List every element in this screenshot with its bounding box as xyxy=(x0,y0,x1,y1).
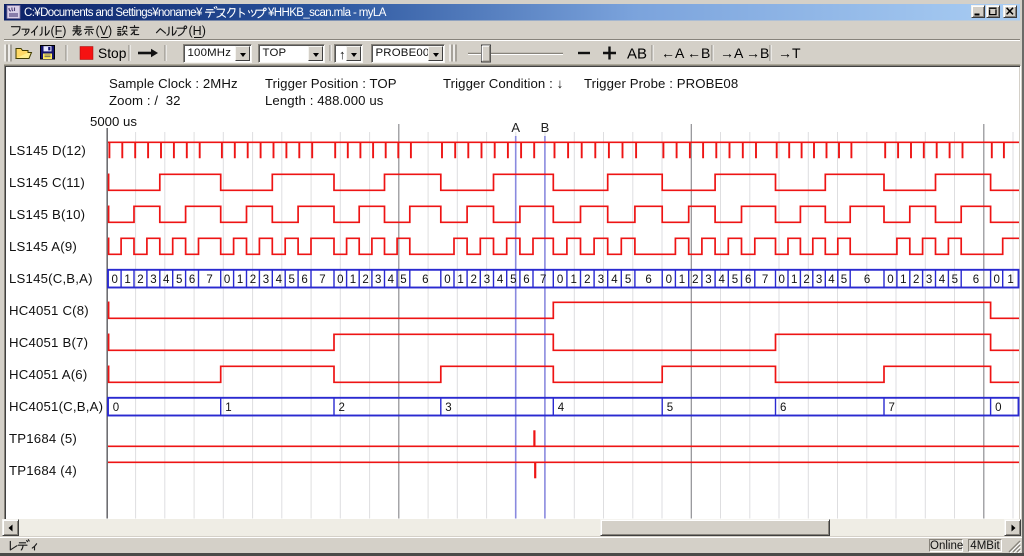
svg-text:LS145 C(11): LS145 C(11) xyxy=(9,175,85,190)
svg-text:LS145 B(10): LS145 B(10) xyxy=(9,207,85,222)
svg-text:6: 6 xyxy=(973,274,979,286)
svg-text:2: 2 xyxy=(913,274,919,286)
svg-text:2: 2 xyxy=(470,274,476,286)
svg-text:6: 6 xyxy=(523,274,529,286)
svg-text:0: 0 xyxy=(995,402,1001,414)
svg-text:→T: →T xyxy=(778,45,801,61)
svg-text:6: 6 xyxy=(780,402,786,414)
svg-text:0: 0 xyxy=(444,274,450,286)
svg-text:7: 7 xyxy=(206,274,212,286)
svg-text:←B: ←B xyxy=(687,45,710,61)
svg-text:(H): (H) xyxy=(189,24,206,38)
svg-text:1: 1 xyxy=(1007,274,1013,286)
svg-text:2: 2 xyxy=(339,402,345,414)
svg-text:4: 4 xyxy=(276,274,283,286)
svg-text:LS145 A(9): LS145 A(9) xyxy=(9,239,77,254)
svg-text:1: 1 xyxy=(570,274,576,286)
svg-text:TP1684 (5): TP1684 (5) xyxy=(9,431,77,446)
svg-text:0: 0 xyxy=(111,274,117,286)
svg-text:0: 0 xyxy=(337,274,343,286)
svg-text:7: 7 xyxy=(889,402,895,414)
svg-text:¥HHKB_scan.mla - myLA: ¥HHKB_scan.mla - myLA xyxy=(267,7,387,19)
svg-text:6: 6 xyxy=(189,274,195,286)
svg-text:3: 3 xyxy=(445,402,451,414)
svg-text:6: 6 xyxy=(301,274,307,286)
svg-text:0: 0 xyxy=(666,274,672,286)
svg-text:TP1684 (4): TP1684 (4) xyxy=(9,463,77,478)
svg-text:LS145 D(12): LS145 D(12) xyxy=(9,143,86,158)
svg-text:1: 1 xyxy=(900,274,906,286)
svg-text:4: 4 xyxy=(388,274,395,286)
svg-text:←A: ←A xyxy=(661,45,685,61)
svg-text:Stop: Stop xyxy=(98,46,127,61)
svg-text:3: 3 xyxy=(705,274,711,286)
svg-text:6: 6 xyxy=(864,274,870,286)
svg-text:C:¥Documents and Settings¥nona: C:¥Documents and Settings¥noname¥ xyxy=(24,7,203,19)
svg-text:1: 1 xyxy=(237,274,243,286)
svg-text:6: 6 xyxy=(745,274,751,286)
svg-text:2: 2 xyxy=(692,274,698,286)
svg-text:B: B xyxy=(541,120,550,135)
svg-text:4: 4 xyxy=(163,274,170,286)
svg-text:7: 7 xyxy=(540,274,546,286)
svg-text:A: A xyxy=(511,120,520,135)
svg-text:2: 2 xyxy=(803,274,809,286)
svg-text:3: 3 xyxy=(263,274,269,286)
svg-text:4: 4 xyxy=(497,274,504,286)
svg-text:1: 1 xyxy=(457,274,463,286)
svg-text:4: 4 xyxy=(939,274,946,286)
svg-text:5: 5 xyxy=(952,274,958,286)
svg-text:HC4051 A(6): HC4051 A(6) xyxy=(9,367,87,382)
svg-text:3: 3 xyxy=(816,274,822,286)
svg-text:1: 1 xyxy=(225,402,231,414)
svg-text:5: 5 xyxy=(288,274,294,286)
svg-text:6: 6 xyxy=(422,274,428,286)
svg-text:(F): (F) xyxy=(51,24,67,38)
svg-text:7: 7 xyxy=(319,274,325,286)
svg-text:4: 4 xyxy=(718,274,725,286)
svg-text:5: 5 xyxy=(667,402,673,414)
svg-text:5000 us: 5000 us xyxy=(90,114,137,129)
svg-text:HC4051 B(7): HC4051 B(7) xyxy=(9,335,88,350)
svg-text:1: 1 xyxy=(791,274,797,286)
svg-text:3: 3 xyxy=(484,274,490,286)
svg-text:3: 3 xyxy=(926,274,932,286)
svg-text:3: 3 xyxy=(375,274,381,286)
svg-text:→B: →B xyxy=(746,45,769,61)
svg-text:4: 4 xyxy=(828,274,835,286)
svg-text:4: 4 xyxy=(611,274,618,286)
svg-text:AB: AB xyxy=(627,45,647,62)
svg-text:0: 0 xyxy=(113,402,119,414)
svg-text:5: 5 xyxy=(176,274,182,286)
svg-text:HC4051(C,B,A): HC4051(C,B,A) xyxy=(9,399,103,414)
svg-text:2: 2 xyxy=(584,274,590,286)
svg-text:1: 1 xyxy=(350,274,356,286)
svg-text:1: 1 xyxy=(679,274,685,286)
svg-text:0: 0 xyxy=(887,274,893,286)
svg-text:→A: →A xyxy=(720,45,744,61)
svg-text:5: 5 xyxy=(400,274,406,286)
svg-text:5: 5 xyxy=(510,274,516,286)
svg-text:5: 5 xyxy=(732,274,738,286)
svg-text:2: 2 xyxy=(137,274,143,286)
svg-text:2: 2 xyxy=(250,274,256,286)
svg-text:4: 4 xyxy=(558,402,565,414)
svg-text:6: 6 xyxy=(645,274,651,286)
svg-text:7: 7 xyxy=(762,274,768,286)
svg-text:(V): (V) xyxy=(96,24,113,38)
svg-text:2: 2 xyxy=(362,274,368,286)
svg-text:5: 5 xyxy=(625,274,631,286)
svg-text:HC4051 C(8): HC4051 C(8) xyxy=(9,303,89,318)
svg-text:0: 0 xyxy=(993,274,999,286)
svg-text:5: 5 xyxy=(841,274,847,286)
svg-text:1: 1 xyxy=(124,274,130,286)
svg-text:LS145(C,B,A): LS145(C,B,A) xyxy=(9,271,93,286)
svg-text:0: 0 xyxy=(778,274,784,286)
svg-text:3: 3 xyxy=(598,274,604,286)
svg-text:3: 3 xyxy=(150,274,156,286)
svg-text:0: 0 xyxy=(224,274,230,286)
svg-text:0: 0 xyxy=(557,274,563,286)
